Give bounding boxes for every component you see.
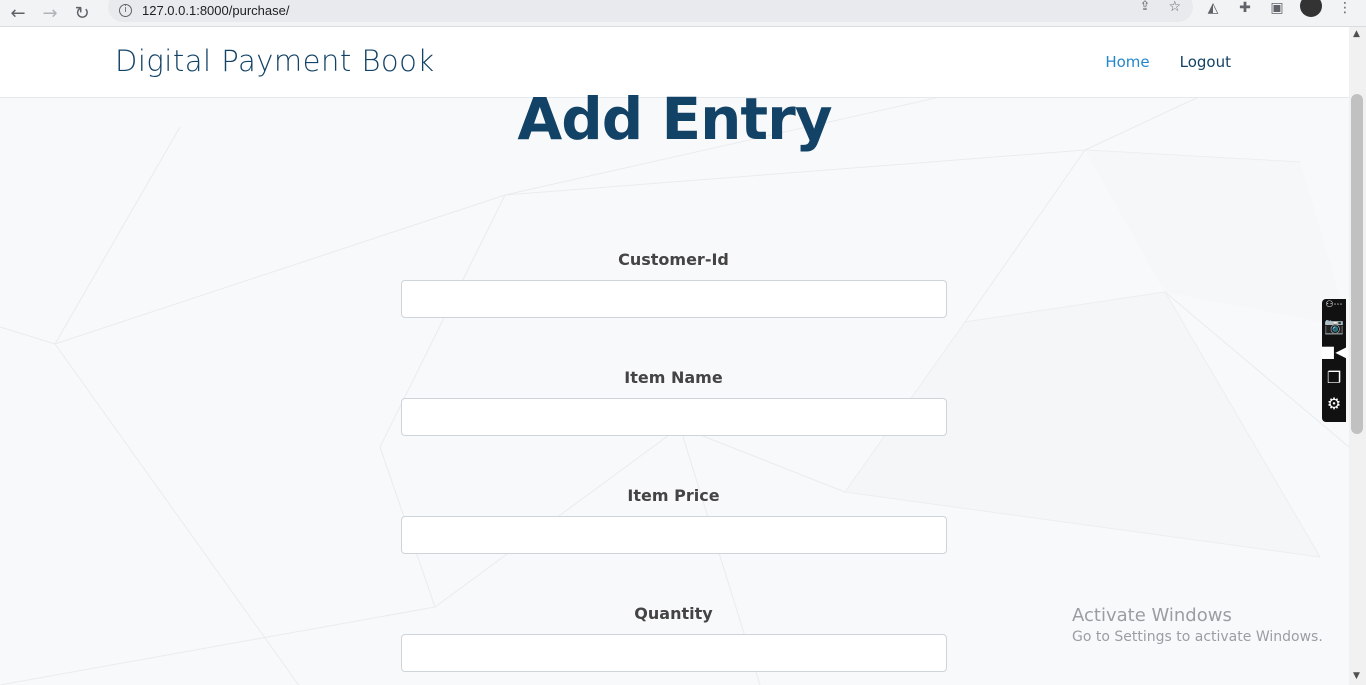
page-scrollbar[interactable]: ▲ ▼	[1349, 27, 1366, 685]
scroll-down-icon[interactable]: ▼	[1353, 671, 1360, 681]
browser-toolbar: ← → ↻ i 127.0.0.1:8000/purchase/ ⇪ ☆ ◭ ✚…	[0, 0, 1366, 27]
back-icon[interactable]: ←	[4, 2, 32, 24]
page-content: Digital Payment Book Home Logout Add Ent…	[0, 27, 1349, 685]
windows-activation-watermark: Activate Windows Go to Settings to activ…	[1072, 605, 1323, 645]
scroll-thumb[interactable]	[1351, 94, 1363, 434]
address-bar[interactable]: i 127.0.0.1:8000/purchase/ ⇪ ☆	[108, 0, 1193, 22]
nav-home-link[interactable]: Home	[1105, 53, 1149, 71]
widget-more-icon[interactable]: ⚇⋯	[1325, 300, 1342, 312]
bookmark-star-icon[interactable]: ☆	[1168, 0, 1181, 15]
browser-menu-icon[interactable]: ⋮	[1336, 0, 1354, 16]
gear-icon[interactable]: ⚙	[1327, 390, 1341, 416]
item-name-input[interactable]	[401, 398, 947, 436]
windows-stack-icon[interactable]: ❐	[1327, 364, 1341, 390]
customer-id-label: Customer-Id	[618, 250, 729, 269]
video-camera-icon[interactable]: ■◀	[1320, 338, 1347, 364]
extension-triangle-icon[interactable]: ◭	[1204, 0, 1222, 16]
page-title: Add Entry	[517, 85, 832, 153]
forward-icon[interactable]: →	[36, 2, 64, 24]
scroll-up-icon[interactable]: ▲	[1353, 29, 1360, 39]
activation-title: Activate Windows	[1072, 605, 1232, 626]
profile-avatar[interactable]	[1300, 0, 1322, 17]
url-text[interactable]: 127.0.0.1:8000/purchase/	[142, 3, 289, 18]
site-logo[interactable]: Digital Payment Book	[115, 44, 435, 78]
item-price-input[interactable]	[401, 516, 947, 554]
reload-icon[interactable]: ↻	[68, 2, 96, 24]
screen-capture-widget: ⚇⋯ 📷 ■◀ ❐ ⚙	[1320, 299, 1348, 422]
item-price-label: Item Price	[627, 486, 720, 505]
main-nav: Home Logout	[1105, 53, 1231, 71]
nav-logout-link[interactable]: Logout	[1180, 53, 1231, 71]
quantity-input[interactable]	[401, 634, 947, 672]
side-panel-icon[interactable]: ▣	[1268, 0, 1286, 16]
share-icon[interactable]: ⇪	[1140, 0, 1151, 15]
camera-icon[interactable]: 📷	[1324, 312, 1344, 338]
customer-id-input[interactable]	[401, 280, 947, 318]
item-name-label: Item Name	[624, 368, 723, 387]
site-info-icon[interactable]: i	[119, 3, 132, 17]
puzzle-extensions-icon[interactable]: ✚	[1236, 0, 1254, 16]
activation-subtitle: Go to Settings to activate Windows.	[1072, 629, 1323, 645]
